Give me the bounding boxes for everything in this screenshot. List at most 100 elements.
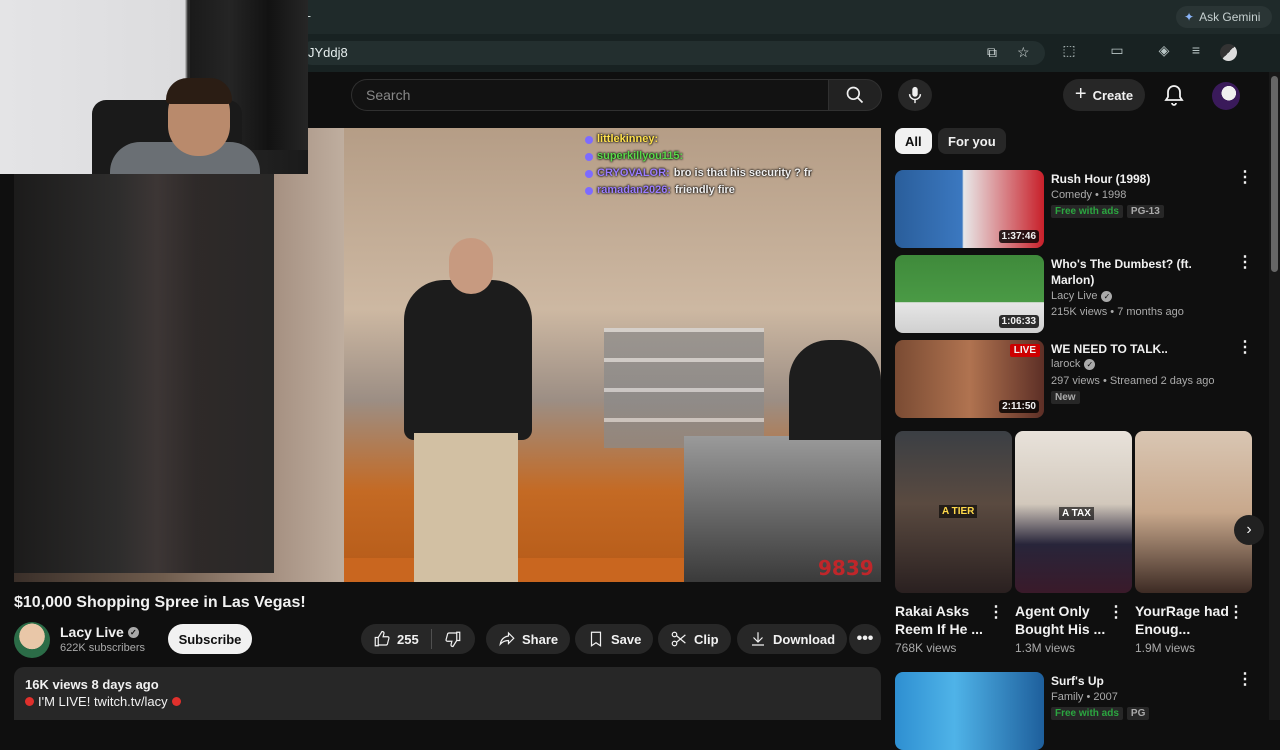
rec-thumbnail-surfs-up[interactable]: [895, 672, 1044, 750]
extensions-icon[interactable]: ⬚: [1059, 42, 1079, 59]
description-line: I'M LIVE! twitch.tv/lacy: [25, 694, 181, 709]
create-label: Create: [1092, 87, 1134, 103]
red-circle-icon: [25, 697, 34, 706]
channel-name[interactable]: Lacy Live ✓: [60, 624, 139, 640]
browser-profile-avatar[interactable]: [1220, 44, 1237, 61]
short-thumbnail[interactable]: A TAX: [1015, 431, 1132, 593]
share-icon: [499, 631, 515, 647]
account-avatar[interactable]: [1212, 82, 1240, 110]
plus-icon: +: [1074, 82, 1087, 105]
free-with-ads-badge: Free with ads: [1051, 205, 1123, 218]
rec-badges: Free with ads PG-13: [1051, 205, 1164, 218]
chat-line: littlekinney:: [585, 131, 812, 148]
rating-badge: PG-13: [1126, 205, 1164, 218]
free-with-ads-badge: Free with ads: [1051, 707, 1123, 720]
duration-badge: 1:06:33: [998, 315, 1039, 328]
rec-thumbnail-dumbest[interactable]: 1:06:33: [895, 255, 1044, 333]
verified-check-icon: ✓: [1101, 290, 1113, 302]
install-app-icon[interactable]: ⧉: [987, 44, 997, 61]
chat-line: CRYOVALOR: bro is that his security ? fr: [585, 165, 812, 182]
rec-menu-icon[interactable]: ⋮: [1237, 340, 1253, 356]
subscribe-button[interactable]: Subscribe: [168, 624, 252, 654]
search-icon: [846, 86, 864, 104]
download-icon: [752, 632, 764, 646]
short-thumbnail[interactable]: [1135, 431, 1252, 593]
scissors-icon: [671, 631, 686, 647]
short-title[interactable]: Agent Only Bought His ...: [1015, 602, 1115, 638]
rec-channel-name: Lacy Live: [1051, 290, 1098, 302]
more-actions-button[interactable]: •••: [849, 624, 881, 654]
like-count: 255: [397, 631, 419, 647]
rec-title[interactable]: Surf's Up: [1051, 673, 1231, 689]
page-scrollbar[interactable]: [1269, 72, 1280, 720]
bookmark-star-icon[interactable]: ☆: [1017, 44, 1030, 61]
clip-button[interactable]: Clip: [658, 624, 731, 654]
dislike-icon[interactable]: [444, 630, 462, 648]
rating-badge: PG: [1126, 707, 1150, 720]
chip-for-you[interactable]: For you: [938, 128, 1006, 154]
save-label: Save: [611, 631, 642, 647]
verified-check-icon: ✓: [1084, 358, 1096, 370]
description-text: I'M LIVE! twitch.tv/lacy: [38, 694, 168, 709]
url-field[interactable]: JYddj8 ⧉ ☆: [300, 41, 1045, 65]
stream-chat-overlay: littlekinney: superkillyou115: CRYOVALOR…: [585, 131, 812, 199]
rec-title[interactable]: Who's The Dumbest? (ft. Marlon): [1051, 256, 1231, 288]
webcam-overlay: [0, 0, 308, 174]
short-title[interactable]: YourRage had Enoug...: [1135, 602, 1235, 638]
microphone-icon: [908, 86, 922, 104]
rec-thumbnail-rush-hour[interactable]: 1:37:46: [895, 170, 1044, 248]
rec-title[interactable]: Rush Hour (1998): [1051, 171, 1231, 187]
notifications-bell-icon[interactable]: [1162, 83, 1186, 107]
rec-thumbnail-we-need-to-talk[interactable]: LIVE 2:11:50: [895, 340, 1044, 418]
save-button[interactable]: Save: [575, 624, 654, 654]
like-dislike-group: 255: [361, 624, 475, 654]
video-title: $10,000 Shopping Spree in Las Vegas!: [14, 594, 306, 611]
share-label: Share: [522, 631, 559, 647]
subscriber-count: 622K subscribers: [60, 642, 145, 654]
live-badge: LIVE: [1009, 344, 1040, 357]
like-icon[interactable]: [373, 630, 391, 648]
new-badge: New: [1051, 391, 1080, 404]
media-controls-icon[interactable]: ≡: [1186, 42, 1206, 58]
short-thumbnail[interactable]: A TIER: [895, 431, 1012, 593]
channel-name-text: Lacy Live: [60, 624, 124, 640]
rec-meta: Family • 2007: [1051, 691, 1118, 703]
sidebar-icon[interactable]: ▭: [1107, 42, 1127, 59]
duration-badge: 1:37:46: [998, 230, 1039, 243]
rec-title[interactable]: WE NEED TO TALK..: [1051, 341, 1231, 357]
rec-menu-icon[interactable]: ⋮: [1237, 170, 1253, 186]
download-button[interactable]: Download: [737, 624, 848, 654]
scrollbar-thumb[interactable]: [1271, 76, 1278, 272]
short-menu-icon[interactable]: ⋮: [988, 605, 1004, 621]
ask-gemini-button[interactable]: ✦ Ask Gemini: [1176, 6, 1272, 28]
short-overlay-text: A TIER: [939, 505, 978, 518]
shield-extension-icon[interactable]: ◈: [1154, 42, 1174, 59]
short-menu-icon[interactable]: ⋮: [1108, 605, 1124, 621]
short-menu-icon[interactable]: ⋮: [1228, 605, 1244, 621]
rec-meta: 297 views • Streamed 2 days ago: [1051, 375, 1215, 387]
voice-search-button[interactable]: [898, 79, 932, 111]
rec-channel: Lacy Live ✓: [1051, 290, 1113, 302]
shorts-next-button[interactable]: ›: [1234, 515, 1264, 545]
chat-user: littlekinney:: [597, 133, 659, 145]
search-input[interactable]: Search: [351, 79, 828, 111]
channel-avatar[interactable]: [14, 622, 50, 658]
search-button[interactable]: [828, 79, 882, 111]
chip-all[interactable]: All: [895, 128, 932, 154]
share-button[interactable]: Share: [486, 624, 571, 654]
description-box[interactable]: 16K views 8 days ago I'M LIVE! twitch.tv…: [14, 667, 881, 720]
short-views: 768K views: [895, 641, 957, 655]
chat-message: bro is that his security ? fr: [673, 167, 812, 179]
video-frame-clothing-rack: [14, 173, 274, 573]
rec-badges: New: [1051, 391, 1080, 404]
rec-meta: Comedy • 1998: [1051, 189, 1127, 201]
rec-menu-icon[interactable]: ⋮: [1237, 672, 1253, 688]
video-frame-security: [789, 340, 881, 440]
chat-message: friendly fire: [675, 184, 735, 196]
create-button[interactable]: + Create: [1063, 79, 1145, 111]
chat-user: ramadan2026:: [597, 184, 671, 196]
short-title[interactable]: Rakai Asks Reem If He ...: [895, 602, 995, 638]
chat-user: superkillyou115:: [597, 150, 684, 162]
view-count-date: 16K views 8 days ago: [25, 677, 159, 692]
rec-menu-icon[interactable]: ⋮: [1237, 255, 1253, 271]
